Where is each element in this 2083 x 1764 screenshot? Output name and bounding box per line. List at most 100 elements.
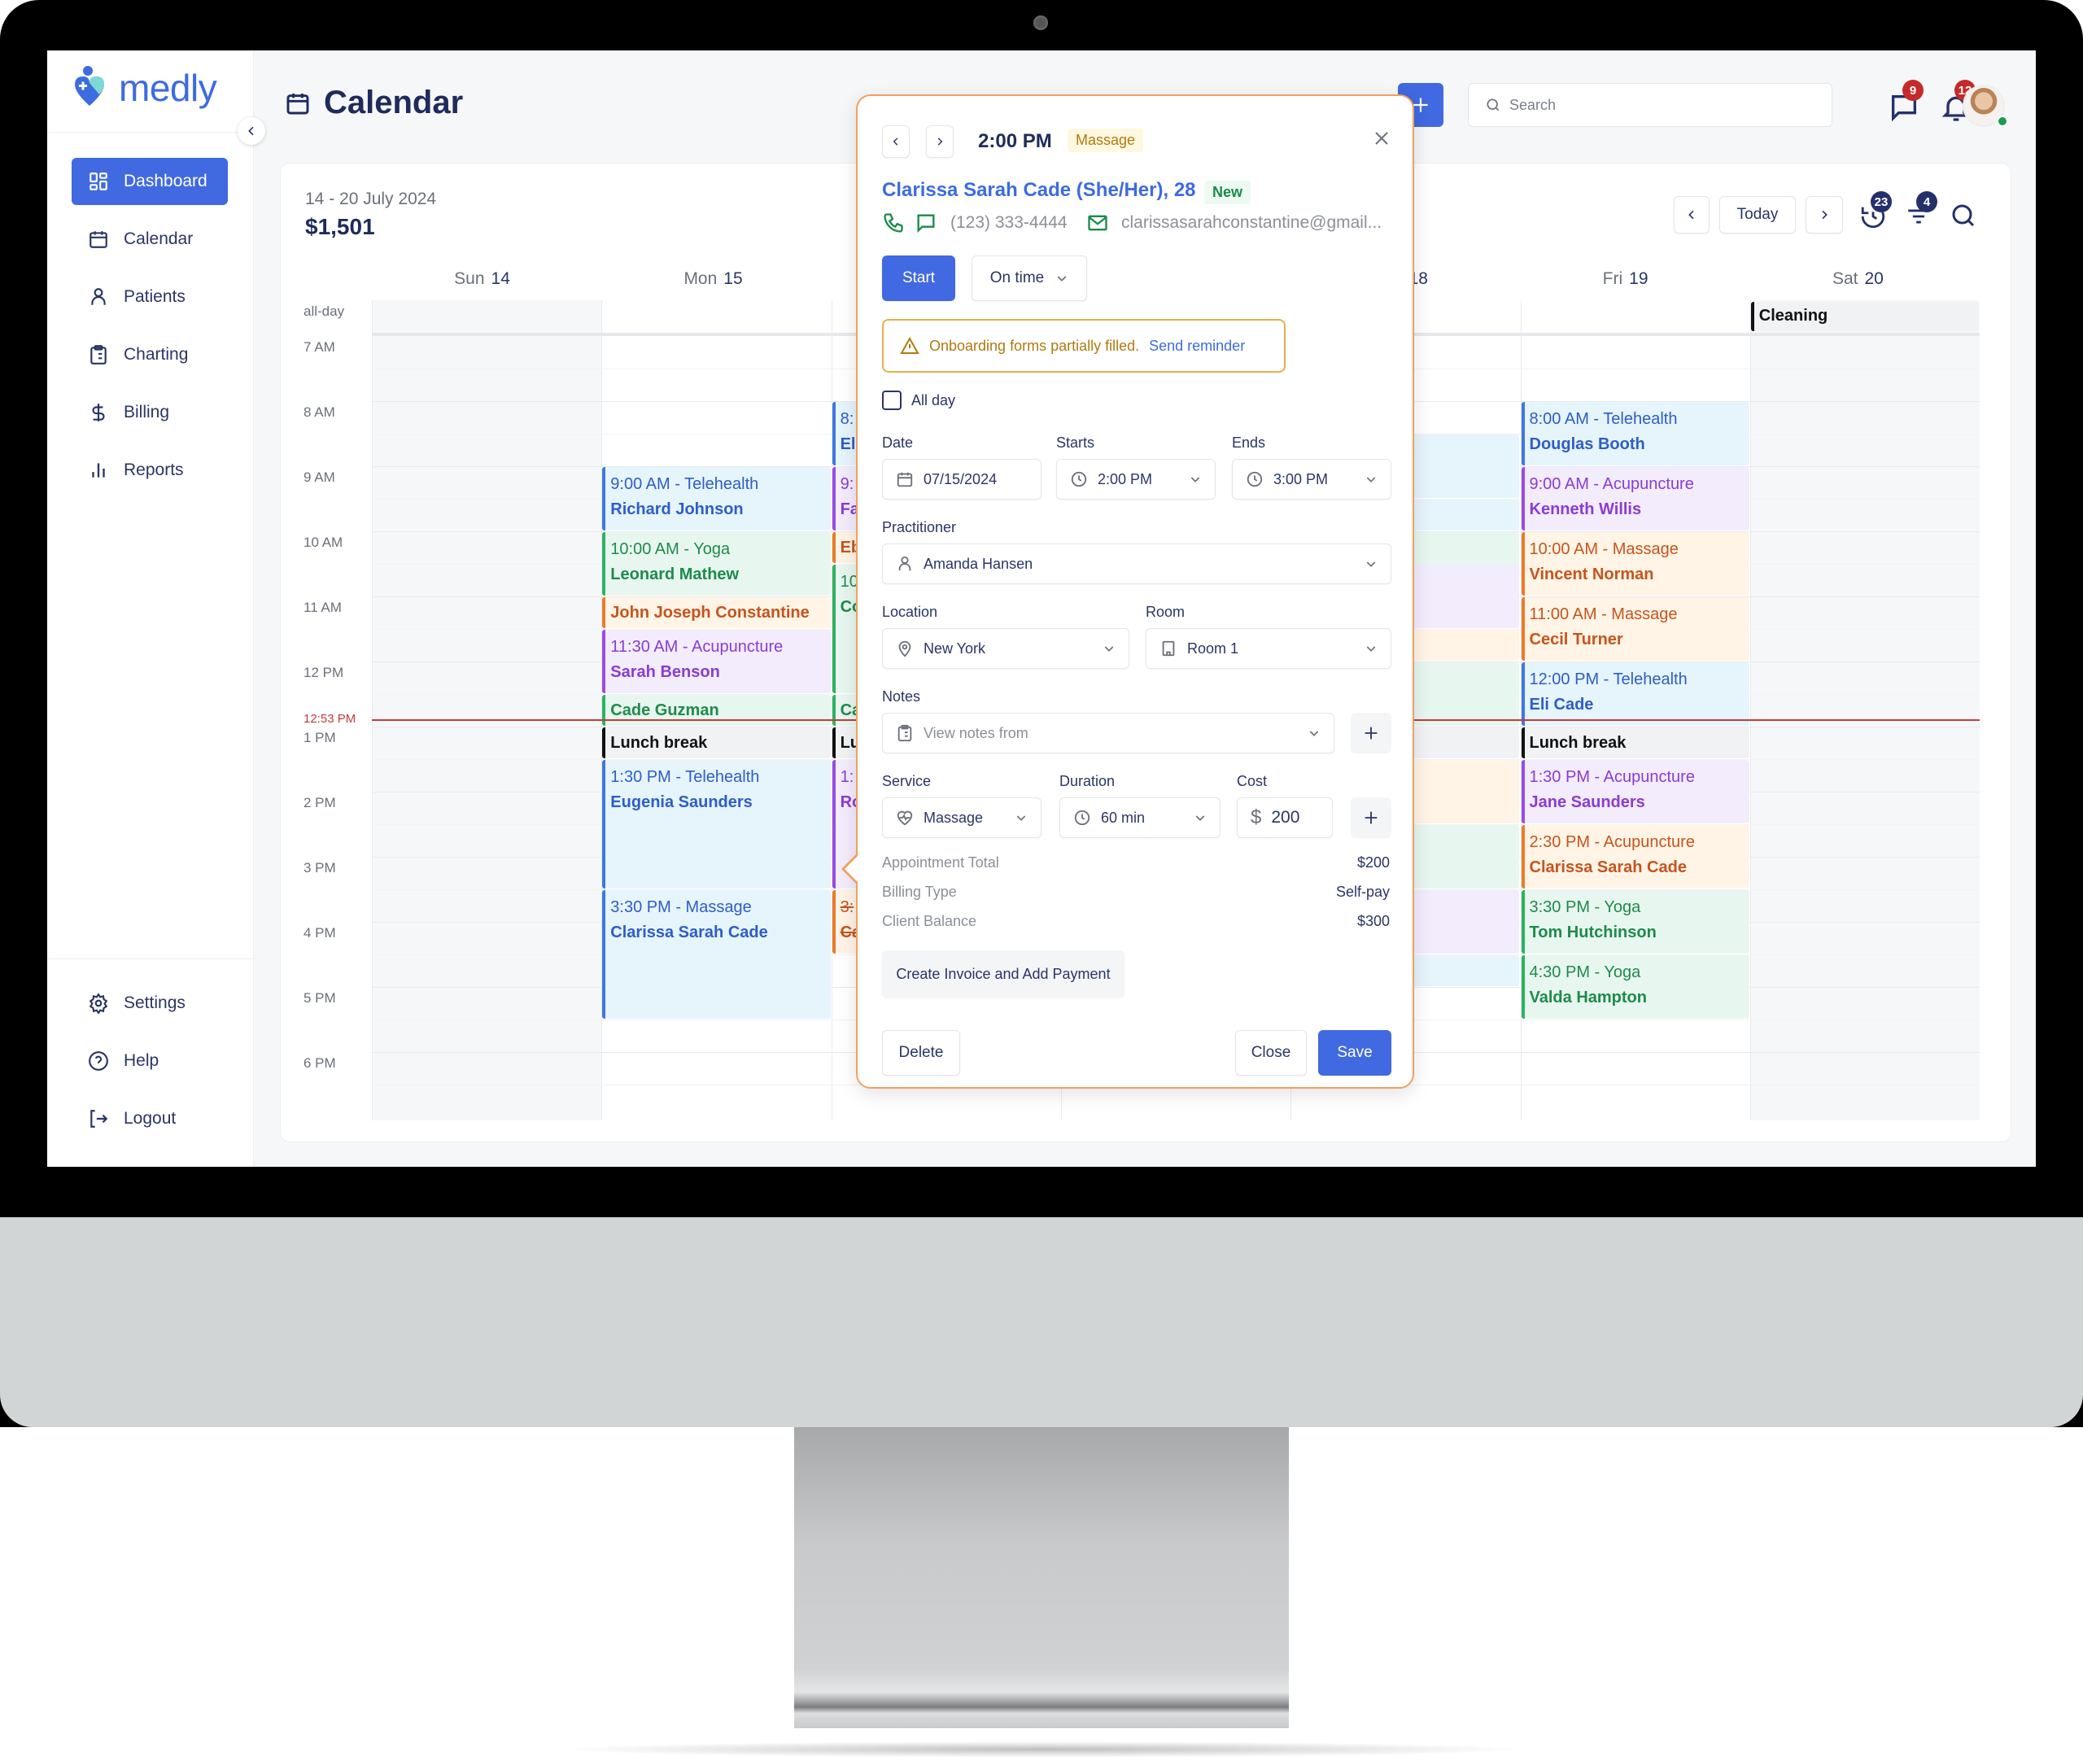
service-dropdown[interactable]: Massage	[882, 797, 1042, 838]
location-label: Location	[882, 604, 938, 620]
call-button[interactable]	[882, 212, 905, 238]
calendar-event[interactable]: 2:30 PM - Acupuncture Clarissa Sarah Cade	[1521, 825, 1749, 889]
day-header[interactable]: Fri 19	[1603, 269, 1648, 289]
online-status-indicator	[1997, 116, 2008, 127]
event-patient: Cecil Turner	[1529, 631, 1623, 648]
sms-button[interactable]	[915, 212, 937, 238]
calendar-event[interactable]: 11:30 AM - Acupuncture Sarah Benson	[602, 630, 831, 693]
status-value: On time	[989, 269, 1045, 286]
calendar-event[interactable]: 12:00 PM - Telehealth Eli Cade	[1521, 662, 1749, 726]
calendar-event[interactable]: 9:00 AM - Telehealth Richard Johnson	[602, 467, 831, 531]
calendar-event[interactable]: 11:00 AM - Massage Cecil Turner	[1521, 597, 1749, 661]
calendar-event[interactable]: 9:00 AM - Acupuncture Kenneth Willis	[1521, 467, 1749, 531]
calendar-event[interactable]: 10:00 AM - Yoga Leonard Mathew	[602, 532, 831, 596]
calendar-event[interactable]: 3:30 PM - Massage Clarissa Sarah Cade	[602, 890, 831, 1019]
checkbox-box[interactable]	[882, 391, 902, 410]
cost-input[interactable]: $ 200	[1237, 797, 1333, 838]
today-button[interactable]: Today	[1719, 196, 1796, 234]
day-header[interactable]: Sat 20	[1832, 269, 1884, 289]
sidebar-item-billing[interactable]: Billing	[72, 389, 228, 436]
calendar-event[interactable]: 10:00 AM - Massage Vincent Norman	[1521, 532, 1749, 596]
calendar-event[interactable]: Cade Guzman	[602, 695, 831, 726]
practitioner-label: Practitioner	[882, 519, 957, 535]
send-reminder-link[interactable]: Send reminder	[1149, 338, 1245, 355]
day-column[interactable]	[372, 300, 602, 1120]
sidebar-item-dashboard[interactable]: Dashboard	[72, 158, 228, 205]
save-button[interactable]: Save	[1318, 1030, 1391, 1076]
day-header[interactable]: Sun 14	[454, 269, 510, 289]
email-button[interactable]	[1085, 212, 1110, 238]
sidebar-item-charting[interactable]: Charting	[72, 331, 228, 378]
medly-logo-icon	[75, 66, 104, 106]
sidebar-item-label: Charting	[124, 345, 189, 364]
next-appointment-button[interactable]	[926, 125, 954, 158]
prev-week-button[interactable]	[1674, 196, 1710, 234]
sidebar-item-patients[interactable]: Patients	[72, 273, 228, 321]
calendar-event[interactable]: 1:30 PM - Telehealth Eugenia Saunders	[602, 760, 831, 889]
all-day-event[interactable]: Cleaning	[1750, 302, 1980, 331]
messages-badge: 9	[1902, 80, 1924, 101]
sidebar-item-logout[interactable]: Logout	[72, 1095, 228, 1142]
starts-dropdown[interactable]: 2:00 PM	[1056, 459, 1216, 500]
close-popover-button[interactable]	[1372, 129, 1391, 152]
calendar-event[interactable]: 3:30 PM - Yoga Tom Hutchinson	[1521, 890, 1749, 954]
delete-button[interactable]: Delete	[882, 1030, 960, 1076]
start-button[interactable]: Start	[882, 255, 955, 301]
search-icon	[1952, 204, 1975, 227]
calendar-event[interactable]: Lunch break	[1521, 727, 1749, 758]
summary-label: Client Balance	[882, 913, 977, 929]
filter-button[interactable]: 4	[1905, 191, 1937, 232]
calendar-event[interactable]: Lunch break	[602, 727, 831, 758]
status-dropdown[interactable]: On time	[972, 255, 1087, 301]
prev-appointment-button[interactable]	[882, 125, 910, 158]
add-service-button[interactable]	[1351, 797, 1391, 838]
sidebar-item-reports[interactable]: Reports	[72, 447, 228, 494]
calendar-event[interactable]: 4:30 PM - Yoga Valda Hampton	[1521, 955, 1749, 1019]
clipboard-icon	[897, 724, 912, 742]
duration-dropdown[interactable]: 60 min	[1059, 797, 1221, 838]
next-week-button[interactable]	[1806, 196, 1843, 234]
monitor-stand	[794, 1427, 1289, 1728]
messages-button[interactable]: 9	[1888, 80, 1927, 125]
calendar-event[interactable]: 8:00 AM - Telehealth Douglas Booth	[1521, 402, 1749, 465]
collapse-sidebar-button[interactable]	[238, 117, 265, 145]
day-header[interactable]: Mon 15	[683, 269, 742, 289]
date-field[interactable]: 07/15/2024	[882, 459, 1042, 500]
day-column[interactable]	[1749, 300, 1980, 1120]
time-label: 4 PM	[303, 925, 336, 941]
chevron-down-icon	[1016, 815, 1026, 821]
calendar-event[interactable]: 1:30 PM - Acupuncture Jane Saunders	[1521, 760, 1749, 823]
time-label: 6 PM	[303, 1055, 336, 1071]
create-invoice-button[interactable]: Create Invoice and Add Payment	[882, 950, 1124, 998]
patient-name-link[interactable]: Clarissa Sarah Cade (She/Her), 28	[882, 179, 1196, 202]
event-time: 4:30 PM - Yoga	[1529, 963, 1641, 981]
ends-value: 3:00 PM	[1273, 470, 1329, 487]
notes-dropdown[interactable]: View notes from	[882, 713, 1334, 753]
location-dropdown[interactable]: New York	[882, 628, 1129, 669]
sync-button[interactable]: 23	[1859, 191, 1892, 232]
dollar-icon: $	[1251, 806, 1262, 828]
ends-dropdown[interactable]: 3:00 PM	[1232, 459, 1391, 500]
sidebar-item-help[interactable]: Help	[72, 1037, 228, 1085]
all-day-checkbox[interactable]: All day	[882, 391, 955, 410]
sidebar-item-label: Dashboard	[124, 172, 207, 190]
room-dropdown[interactable]: Room 1	[1146, 628, 1391, 669]
logo[interactable]: medly	[72, 65, 217, 111]
summary-value: $200	[1356, 854, 1390, 871]
time-label: 2 PM	[303, 795, 336, 810]
room-value: Room 1	[1187, 640, 1239, 657]
calendar-search-button[interactable]	[1949, 201, 1980, 232]
close-button[interactable]: Close	[1235, 1030, 1307, 1076]
practitioner-dropdown[interactable]: Amanda Hansen	[882, 544, 1391, 584]
cost-value: 200	[1271, 808, 1300, 827]
logout-icon	[90, 1110, 108, 1128]
sidebar-item-calendar[interactable]: Calendar	[72, 216, 228, 263]
time-label: 1 PM	[303, 730, 336, 745]
add-note-button[interactable]	[1351, 713, 1391, 753]
sidebar-item-settings[interactable]: Settings	[72, 980, 228, 1027]
search-input[interactable]: Search	[1468, 83, 1832, 127]
calendar-event[interactable]: John Joseph Constantine	[602, 597, 831, 628]
event-time: 12:00 PM - Telehealth	[1529, 670, 1688, 688]
chevron-down-icon	[1104, 646, 1114, 652]
time-label: 8 AM	[303, 404, 335, 420]
